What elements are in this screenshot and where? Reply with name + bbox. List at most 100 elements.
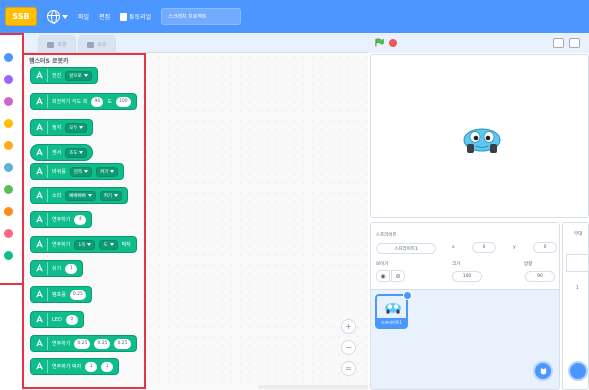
block-dropdown[interactable]: 삐삐삐삐 [65,190,96,201]
block-input[interactable]: 90 [91,96,104,107]
category-motion[interactable] [4,53,13,62]
chevron-down-icon [62,14,68,19]
stage[interactable] [370,54,589,218]
small-stage-icon[interactable] [553,38,564,48]
zoom-in-button[interactable]: + [341,319,356,334]
green-flag-icon[interactable] [375,38,384,47]
backdrop-count: 1 [576,286,579,291]
palette-block[interactable]: 정지 모두 [30,119,94,136]
category-variables[interactable] [4,207,13,216]
block-dropdown[interactable]: 켜기 [96,166,119,177]
direction-label: 방향 [524,262,533,267]
category-operators[interactable] [4,185,13,194]
add-backdrop-button[interactable] [568,361,588,381]
block-input[interactable]: 0.25 [94,338,111,349]
block-dropdown[interactable]: 켜기 [99,190,123,201]
x-field[interactable]: 0 [472,242,496,253]
show-label: 보이기 [376,262,389,267]
tutorials-menu[interactable]: 튜토리얼 [120,12,151,21]
size-field[interactable]: 100 [452,271,482,282]
category-extension[interactable] [4,251,13,260]
palette-block[interactable]: 회전하기 각도 회 90 도 100 [30,93,137,110]
block-dropdown[interactable]: 모두 [65,122,88,133]
category-sound[interactable] [4,97,13,106]
robot-extension-icon [34,313,48,326]
category-menu [0,33,24,390]
project-title-input[interactable]: 스크래치 프로젝트 [161,8,242,25]
block-input[interactable]: 0 [65,314,78,325]
backdrop-thumbnail[interactable] [566,254,589,272]
palette-block[interactable]: 연주하기 1옥 도 박자 [30,236,137,253]
palette-block[interactable]: 연주하기 4 [30,211,93,228]
block-input[interactable]: 4 [74,214,87,225]
block-input[interactable]: 1 [65,263,78,274]
palette-block[interactable]: 소리 삐삐삐삐 켜기 [30,187,129,204]
block-input[interactable]: 0.25 [74,338,91,349]
zoom-reset-button[interactable]: = [341,361,356,376]
block-input[interactable]: 0.25 [114,338,131,349]
block-dropdown-value: 삐삐삐삐 [69,193,86,199]
palette-block[interactable]: 전진 앞으로 [30,67,98,84]
block-text: LED [52,316,62,323]
large-stage-icon[interactable] [569,38,580,48]
robot-extension-icon [34,288,48,301]
palette-block[interactable]: 쉬기 1 [30,260,84,277]
tutorials-icon [120,12,128,21]
block-dropdown[interactable]: 조도 [65,147,88,158]
chevron-down-icon [109,243,114,246]
language-menu[interactable] [47,10,68,24]
palette-block[interactable]: LED 0 [30,311,84,328]
block-dropdown[interactable]: 앞으로 [65,70,92,81]
sprite-name-field[interactable]: 스프라이트1 [376,243,436,254]
block-input[interactable]: 1 [101,361,114,372]
tab-costumes[interactable]: 모양 [38,35,76,53]
horizontal-scrollbar[interactable] [258,385,368,389]
palette-block[interactable]: 연주하기 박자 1 1 [30,358,120,375]
tab-sounds[interactable]: 소리 [78,35,116,53]
zoom-out-button[interactable]: − [341,340,356,355]
hide-sprite-button[interactable]: ⊘ [391,270,405,282]
block-text: 센서 [52,150,62,156]
category-events[interactable] [4,119,13,128]
edit-menu[interactable]: 편집 [99,12,110,21]
block-dropdown-value: 조도 [69,150,78,156]
block-dropdown[interactable]: 1옥 [74,239,96,250]
block-input[interactable]: 1 [85,361,98,372]
chevron-down-icon [114,194,119,197]
robot-car-sprite[interactable] [462,122,502,154]
globe-icon [47,10,60,24]
palette-block[interactable]: 센서 조도 [30,144,94,161]
category-my-blocks[interactable] [4,229,13,238]
robot-extension-icon [34,262,48,275]
block-text: 연주하기 [52,242,71,248]
category-looks[interactable] [4,75,13,84]
show-sprite-button[interactable]: ◉ [376,270,390,282]
palette-block[interactable]: 연주하기 0.25 0.25 0.25 [30,335,137,352]
direction-field[interactable]: 90 [525,271,555,282]
size-label: 크기 [452,262,461,267]
tutorials-label: 튜토리얼 [129,14,152,21]
y-field[interactable]: 0 [533,242,557,253]
chevron-down-icon [110,170,115,173]
robot-extension-icon [34,95,48,108]
script-area[interactable] [146,53,368,390]
block-dropdown[interactable]: 도 [99,239,118,250]
sprite-name-label: 스프라이트 [376,233,397,238]
menu-bar: SSB 파일 편집 튜토리얼 스크래치 프로젝트 [0,0,589,33]
palette-block[interactable]: 바퀴를 왼쪽 켜기 [30,163,125,180]
block-input[interactable]: 100 [116,96,131,107]
block-dropdown[interactable]: 왼쪽 [69,166,93,177]
logo[interactable]: SSB [5,7,37,26]
add-sprite-button[interactable] [533,361,553,381]
cat-icon [540,367,546,374]
block-dropdown-value: 왼쪽 [73,169,83,175]
robot-extension-icon [34,165,48,178]
category-control[interactable] [4,141,13,150]
robot-extension-icon [34,238,48,251]
palette-block[interactable]: 템포를 0.25 [30,286,92,303]
file-menu[interactable]: 파일 [78,12,89,21]
block-input[interactable]: 0.25 [69,289,86,300]
category-sensing[interactable] [4,163,13,172]
stop-icon[interactable] [389,39,397,47]
delete-sprite-icon[interactable] [403,291,412,300]
